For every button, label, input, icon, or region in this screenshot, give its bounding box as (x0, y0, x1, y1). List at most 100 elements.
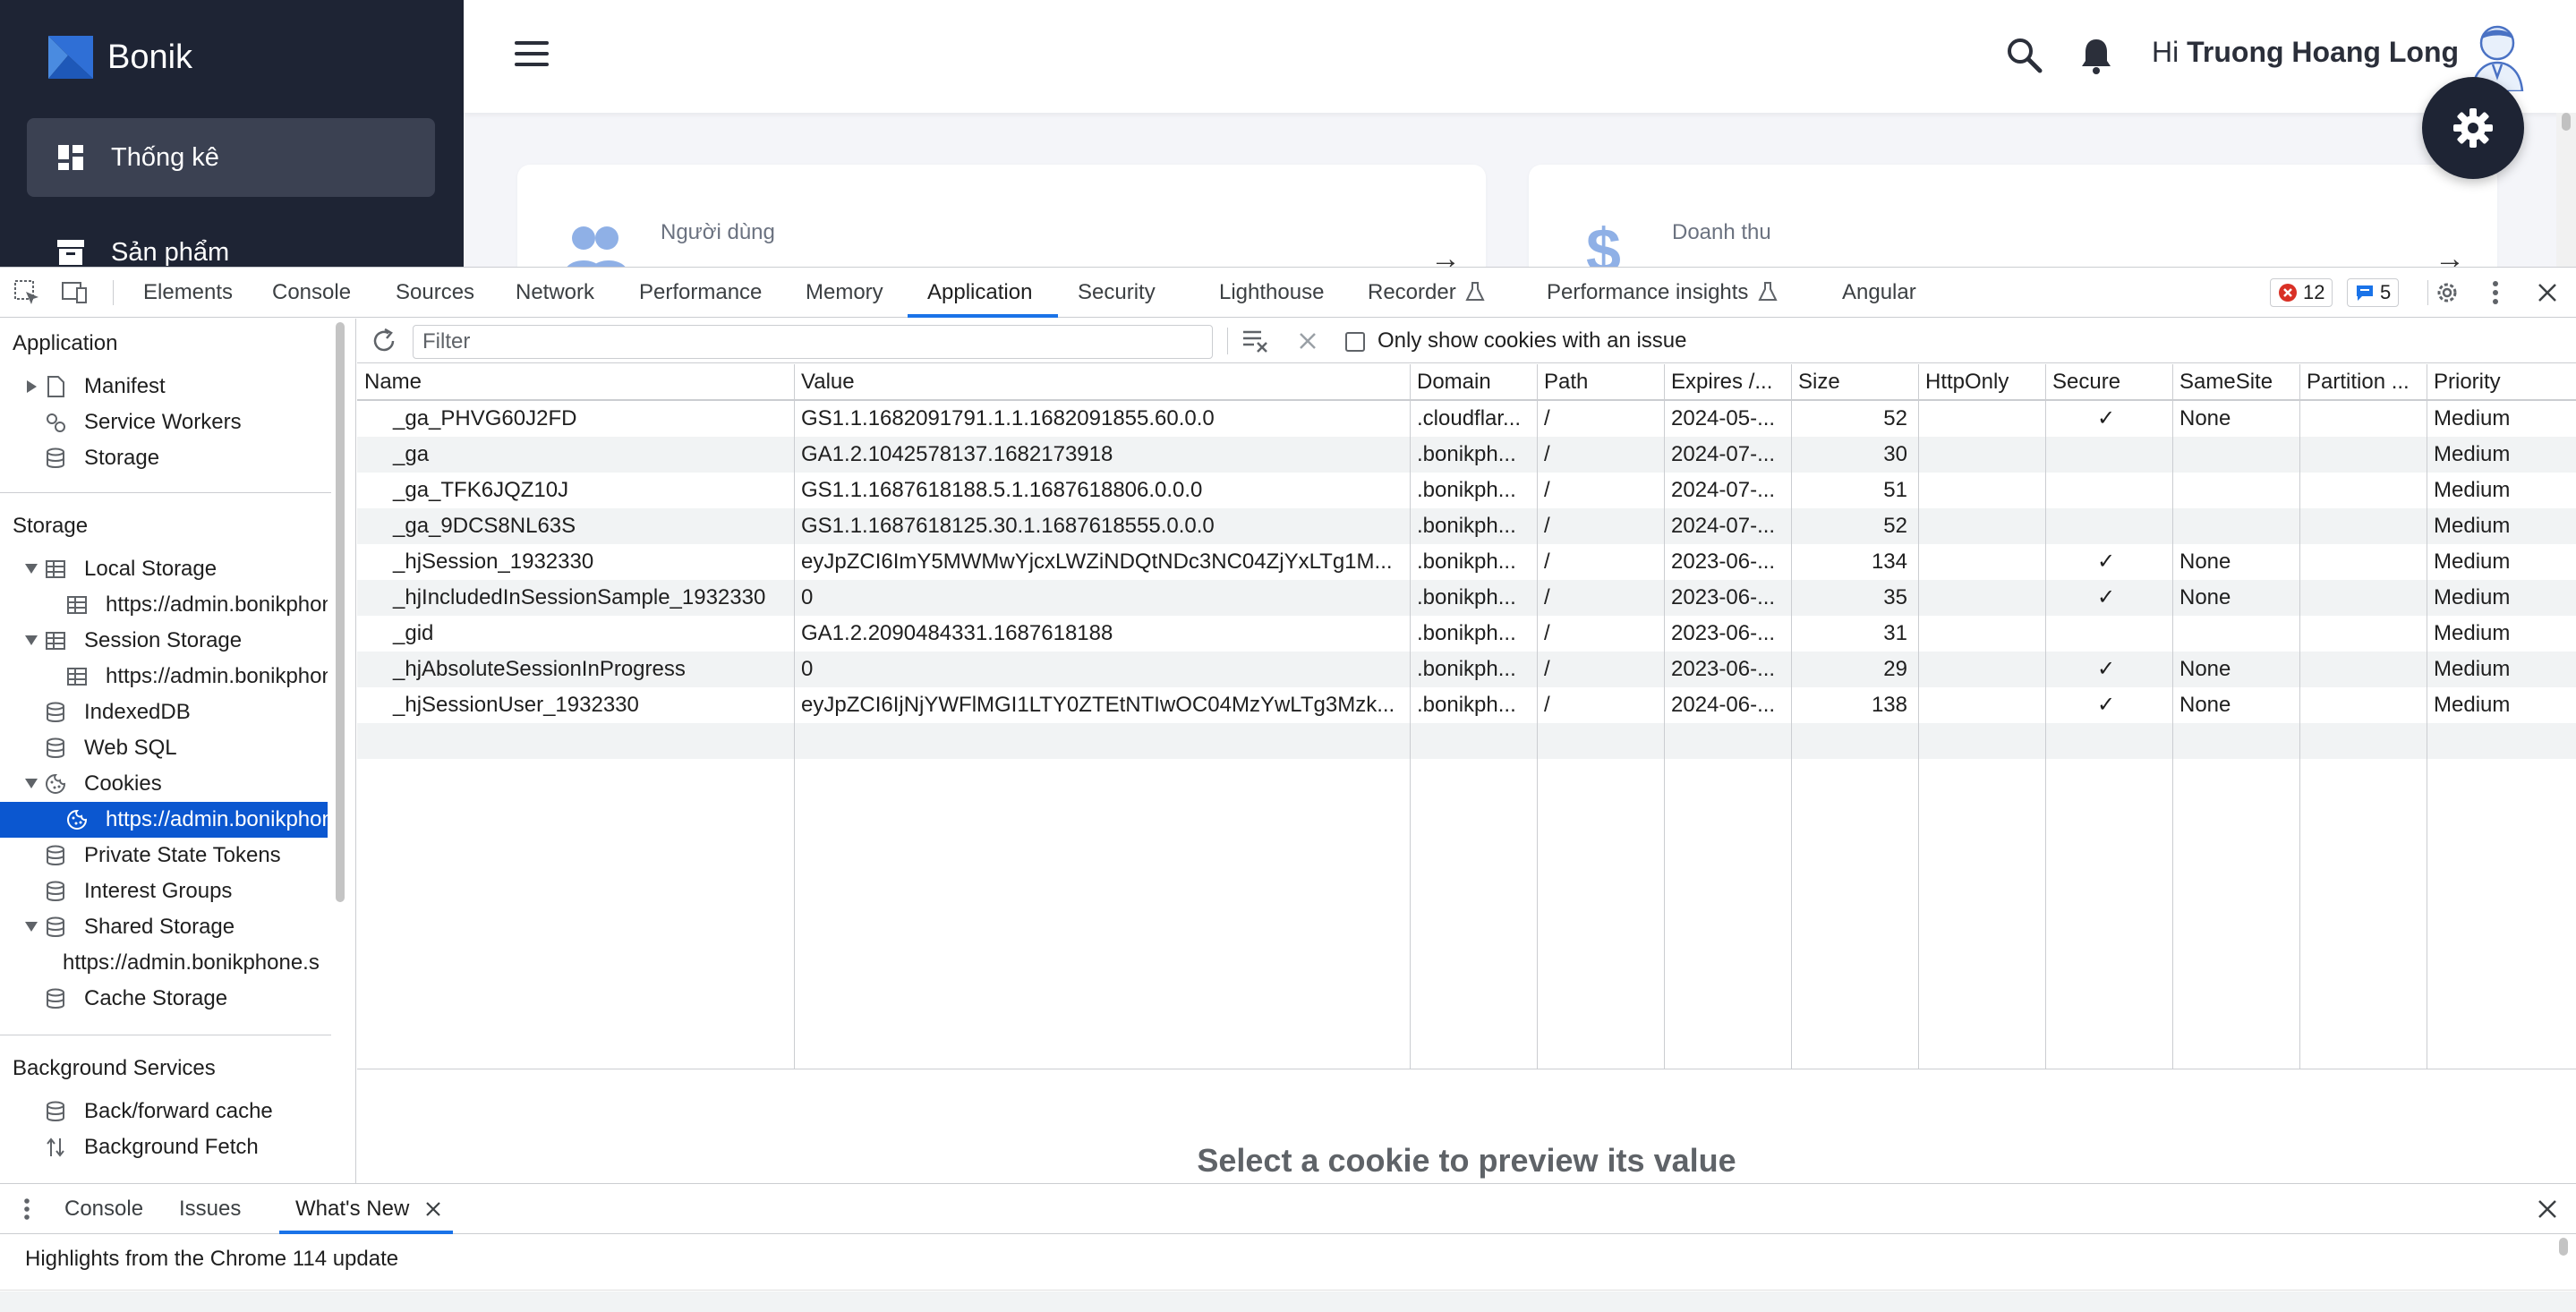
only-issues-checkbox[interactable] (1345, 332, 1365, 352)
cell-httponly (1918, 508, 2045, 544)
tree-item-shared-storage-origin[interactable]: https://admin.bonikphone.s (0, 945, 328, 981)
close-tab-icon[interactable] (419, 1195, 448, 1223)
cell-path: / (1544, 406, 1550, 430)
tab-network[interactable]: Network (516, 268, 594, 318)
tab-elements[interactable]: Elements (143, 268, 233, 318)
column-header-size[interactable]: Size (1791, 364, 1918, 400)
collapse-arrow-icon[interactable] (25, 564, 38, 574)
message-count-badge[interactable]: 5 (2347, 278, 2400, 307)
settings-gear-icon[interactable] (2433, 278, 2461, 307)
tree-item-cookies[interactable]: Cookies (0, 766, 328, 802)
table-row[interactable]: _hjSessionUser_1932330 eyJpZCI6IjNjYWFlMG… (357, 687, 2576, 723)
tree-item-local-storage[interactable]: Local Storage (0, 551, 328, 587)
cell-priority: Medium (2434, 550, 2511, 574)
arrow-right-icon[interactable]: → (1430, 242, 1461, 267)
tab-application[interactable]: Application (927, 268, 1032, 318)
sidebar-item-thong-ke[interactable]: Thống kê (27, 118, 435, 197)
error-count-badge[interactable]: 12 (2270, 278, 2333, 307)
cell-path: / (1544, 442, 1550, 466)
refresh-icon[interactable] (370, 327, 398, 355)
sidebar-item-san-pham[interactable]: Sản phẩm (27, 213, 435, 267)
inspect-element-icon[interactable] (13, 278, 41, 307)
column-header-domain[interactable]: Domain (1410, 364, 1537, 400)
tree-item-shared-storage[interactable]: Shared Storage (0, 909, 328, 945)
tree-item-cookies-origin[interactable]: https://admin.bonikphone.s (0, 802, 328, 838)
table-row[interactable]: _hjSession_1932330 eyJpZCI6ImY5MWMwYjcxLW… (357, 544, 2576, 580)
stat-label: Doanh thu (1672, 220, 1771, 244)
column-header-secure[interactable]: Secure (2045, 364, 2172, 400)
clear-all-icon[interactable] (1241, 327, 1270, 355)
stat-card-revenue[interactable]: $ Doanh thu → (1529, 165, 2497, 267)
table-row[interactable]: _ga_PHVG60J2FD GS1.1.1682091791.1.1.16820… (357, 401, 2576, 437)
column-header-path[interactable]: Path (1537, 364, 1664, 400)
brand[interactable]: Bonik (48, 34, 192, 81)
drawer-menu-icon[interactable] (13, 1195, 41, 1223)
page-scrollbar[interactable] (2556, 113, 2576, 267)
menu-icon[interactable] (515, 41, 549, 68)
cell-size: 35 (1883, 585, 1907, 609)
table-row[interactable]: _ga GA1.2.1042578137.1682173918 .bonikph..… (357, 437, 2576, 473)
tree-item-service-workers[interactable]: Service Workers (0, 405, 328, 440)
tab-recorder[interactable]: Recorder (1368, 268, 1486, 318)
tab-console[interactable]: Console (272, 268, 351, 318)
tree-item-background-fetch[interactable]: Background Fetch (0, 1129, 328, 1165)
delete-selected-icon[interactable] (1293, 327, 1322, 355)
column-header-name[interactable]: Name (357, 364, 794, 400)
search-icon[interactable] (2005, 36, 2043, 73)
tab-sources[interactable]: Sources (396, 268, 474, 318)
tree-item-cache-storage[interactable]: Cache Storage (0, 981, 328, 1017)
tree-item-session-storage[interactable]: Session Storage (0, 623, 328, 659)
collapse-arrow-icon[interactable] (25, 635, 38, 645)
cell-expires: 2024-07-... (1671, 514, 1776, 538)
collapse-arrow-icon[interactable] (25, 779, 38, 788)
tab-recorder-label: Recorder (1368, 280, 1456, 304)
tab-performance[interactable]: Performance (639, 268, 762, 318)
tab-lighthouse[interactable]: Lighthouse (1219, 268, 1324, 318)
tree-item-private-state-tokens[interactable]: Private State Tokens (0, 838, 328, 873)
table-row[interactable]: _hjAbsoluteSessionInProgress 0 .bonikph...… (357, 652, 2576, 687)
tree-item-indexeddb[interactable]: IndexedDB (0, 694, 328, 730)
sidebar-vertical-scrollbar[interactable] (333, 322, 347, 902)
section-application: Application (13, 331, 118, 355)
tree-item-session-storage-origin[interactable]: https://admin.bonikphone.s (0, 659, 328, 694)
drawer-tab-issues[interactable]: Issues (179, 1184, 241, 1234)
table-row[interactable]: _gid GA1.2.2090484331.1687618188 .bonikph.… (357, 616, 2576, 652)
tree-item-interest-groups[interactable]: Interest Groups (0, 873, 328, 909)
bell-icon[interactable] (2078, 36, 2114, 75)
tree-item-local-storage-origin[interactable]: https://admin.bonikphone.s (0, 587, 328, 623)
column-header-samesite[interactable]: SameSite (2172, 364, 2299, 400)
close-drawer-icon[interactable] (2533, 1195, 2562, 1223)
filter-input[interactable] (413, 325, 1213, 359)
table-row[interactable]: _ga_9DCS8NL63S GS1.1.1687618125.30.1.1687… (357, 508, 2576, 544)
tree-item-storage-overview[interactable]: Storage (0, 440, 328, 476)
tree-item-manifest[interactable]: Manifest (0, 369, 328, 405)
tab-angular[interactable]: Angular (1842, 268, 1916, 318)
column-header-expires[interactable]: Expires /... (1664, 364, 1791, 400)
expand-arrow-icon[interactable] (27, 380, 37, 393)
device-toolbar-icon[interactable] (61, 278, 90, 307)
tree-item-websql[interactable]: Web SQL (0, 730, 328, 766)
drawer-tab-whats-new[interactable]: What's New (295, 1184, 409, 1234)
tree-item-back-forward-cache[interactable]: Back/forward cache (0, 1094, 328, 1129)
cell-value: GA1.2.2090484331.1687618188 (801, 621, 1113, 645)
arrow-right-icon[interactable]: → (2435, 242, 2465, 267)
cell-partition (2299, 473, 2427, 508)
tab-security[interactable]: Security (1078, 268, 1156, 318)
table-row[interactable]: _ga_TFK6JQZ10J GS1.1.1687618188.5.1.16876… (357, 473, 2576, 508)
more-options-icon[interactable] (2481, 278, 2510, 307)
column-header-partition[interactable]: Partition ... (2299, 364, 2427, 400)
column-header-priority[interactable]: Priority (2427, 364, 2576, 400)
stat-card-users[interactable]: Người dùng → (517, 165, 1486, 267)
close-devtools-icon[interactable] (2533, 278, 2562, 307)
drawer-scrollbar[interactable] (2556, 1234, 2571, 1312)
column-header-value[interactable]: Value (794, 364, 1410, 400)
tab-performance-insights[interactable]: Performance insights (1547, 268, 1778, 318)
drawer-tab-console[interactable]: Console (64, 1184, 143, 1234)
collapse-arrow-icon[interactable] (25, 922, 38, 932)
tab-memory[interactable]: Memory (806, 268, 883, 318)
cell-httponly (1918, 687, 2045, 723)
settings-fab-button[interactable] (2422, 77, 2524, 179)
table-row[interactable]: _hjIncludedInSessionSample_1932330 0 .boni… (357, 580, 2576, 616)
tree-item-label: Service Workers (84, 410, 242, 434)
column-header-httponly[interactable]: HttpOnly (1918, 364, 2045, 400)
